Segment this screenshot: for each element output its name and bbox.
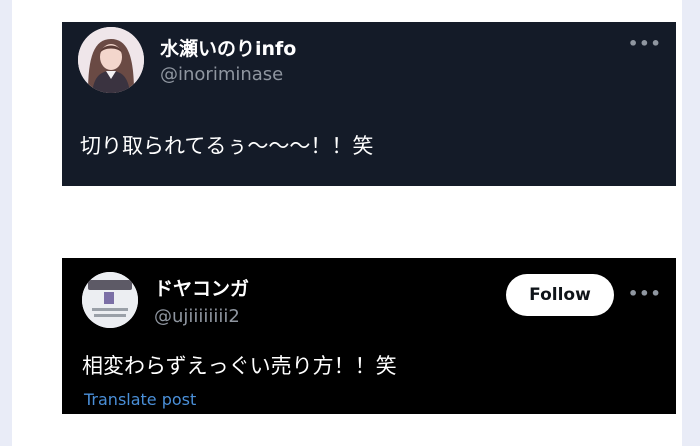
follow-button[interactable]: Follow — [506, 274, 614, 316]
profile-photo-icon — [82, 272, 138, 328]
more-options-icon[interactable]: ••• — [628, 284, 662, 303]
translate-post-link[interactable]: Translate post — [84, 390, 196, 409]
page-right-edge — [682, 0, 700, 446]
user-handle[interactable]: @inoriminase — [160, 64, 283, 85]
page-left-edge — [0, 0, 12, 446]
display-name[interactable]: 水瀬いのりinfo — [160, 34, 296, 61]
profile-photo-icon — [78, 27, 144, 93]
user-handle[interactable]: @ujiiiiiiii2 — [154, 306, 240, 327]
post-text: 相変わらずえっぐい売り方！！笑 — [82, 354, 397, 378]
more-options-icon[interactable]: ••• — [628, 34, 662, 53]
avatar[interactable] — [82, 272, 138, 328]
display-name[interactable]: ドヤコンガ — [154, 274, 249, 301]
post-card: 水瀬いのりinfo @inoriminase ••• 切り取られてるぅ〜〜〜！！… — [62, 22, 676, 186]
post-text: 切り取られてるぅ〜〜〜！！笑 — [80, 134, 374, 158]
avatar[interactable] — [78, 27, 144, 93]
post-card: ドヤコンガ @ujiiiiiiii2 Follow ••• 相変わらずえっぐい売… — [62, 258, 676, 414]
